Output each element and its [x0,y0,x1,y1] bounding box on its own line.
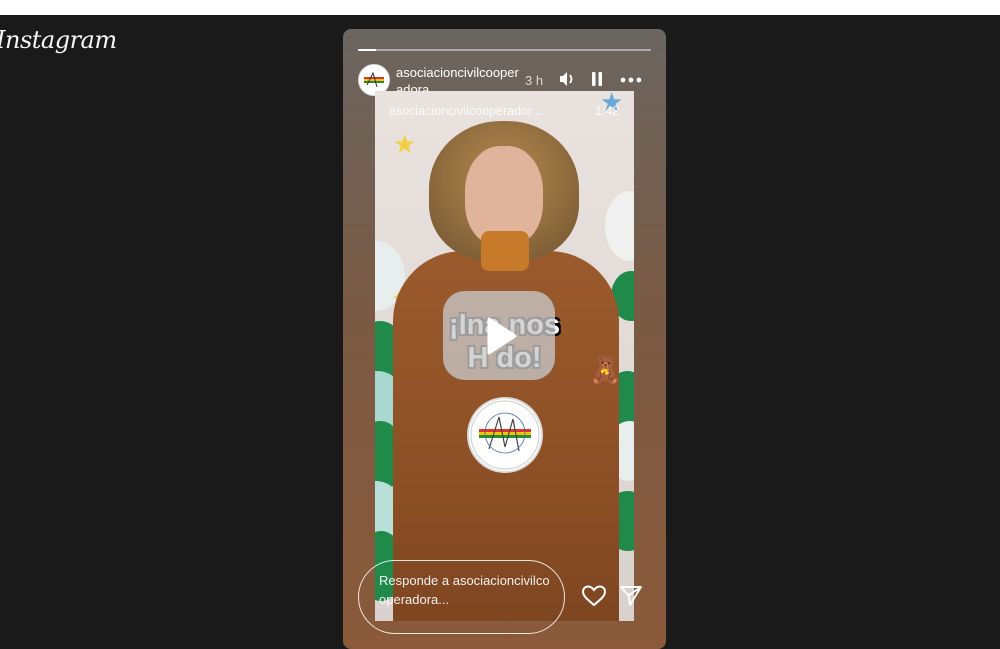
browser-top-strip [0,0,1000,15]
video-username: asociacioncivilcooperador... [389,104,542,118]
story-viewer[interactable]: asociacioncivilcooperadora 3 h ★ ★ 🧸 aso… [343,29,666,649]
play-icon [487,317,517,355]
instagram-logo[interactable]: Instagram [0,26,117,54]
play-button[interactable] [443,291,555,380]
send-icon[interactable] [619,584,643,613]
reply-input[interactable]: Responde a asociacioncivilcooperadora... [358,560,565,634]
pause-icon[interactable] [588,70,606,93]
story-progress-fill [358,49,376,51]
more-options-icon[interactable] [620,73,642,91]
video-duration: 1:42 [595,104,620,118]
teddy-bear-icon: 🧸 [589,355,622,385]
cooperadora-badge [469,399,541,471]
story-progress-bar [358,49,651,51]
star-decoration: ★ [393,129,417,159]
heart-icon[interactable] [581,584,607,613]
reply-placeholder: Responde a asociacioncivilcooperadora... [379,573,550,607]
volume-icon[interactable] [558,70,576,93]
story-time-ago: 3 h [525,73,544,88]
person-sweater [481,231,529,271]
balloon [605,191,634,261]
